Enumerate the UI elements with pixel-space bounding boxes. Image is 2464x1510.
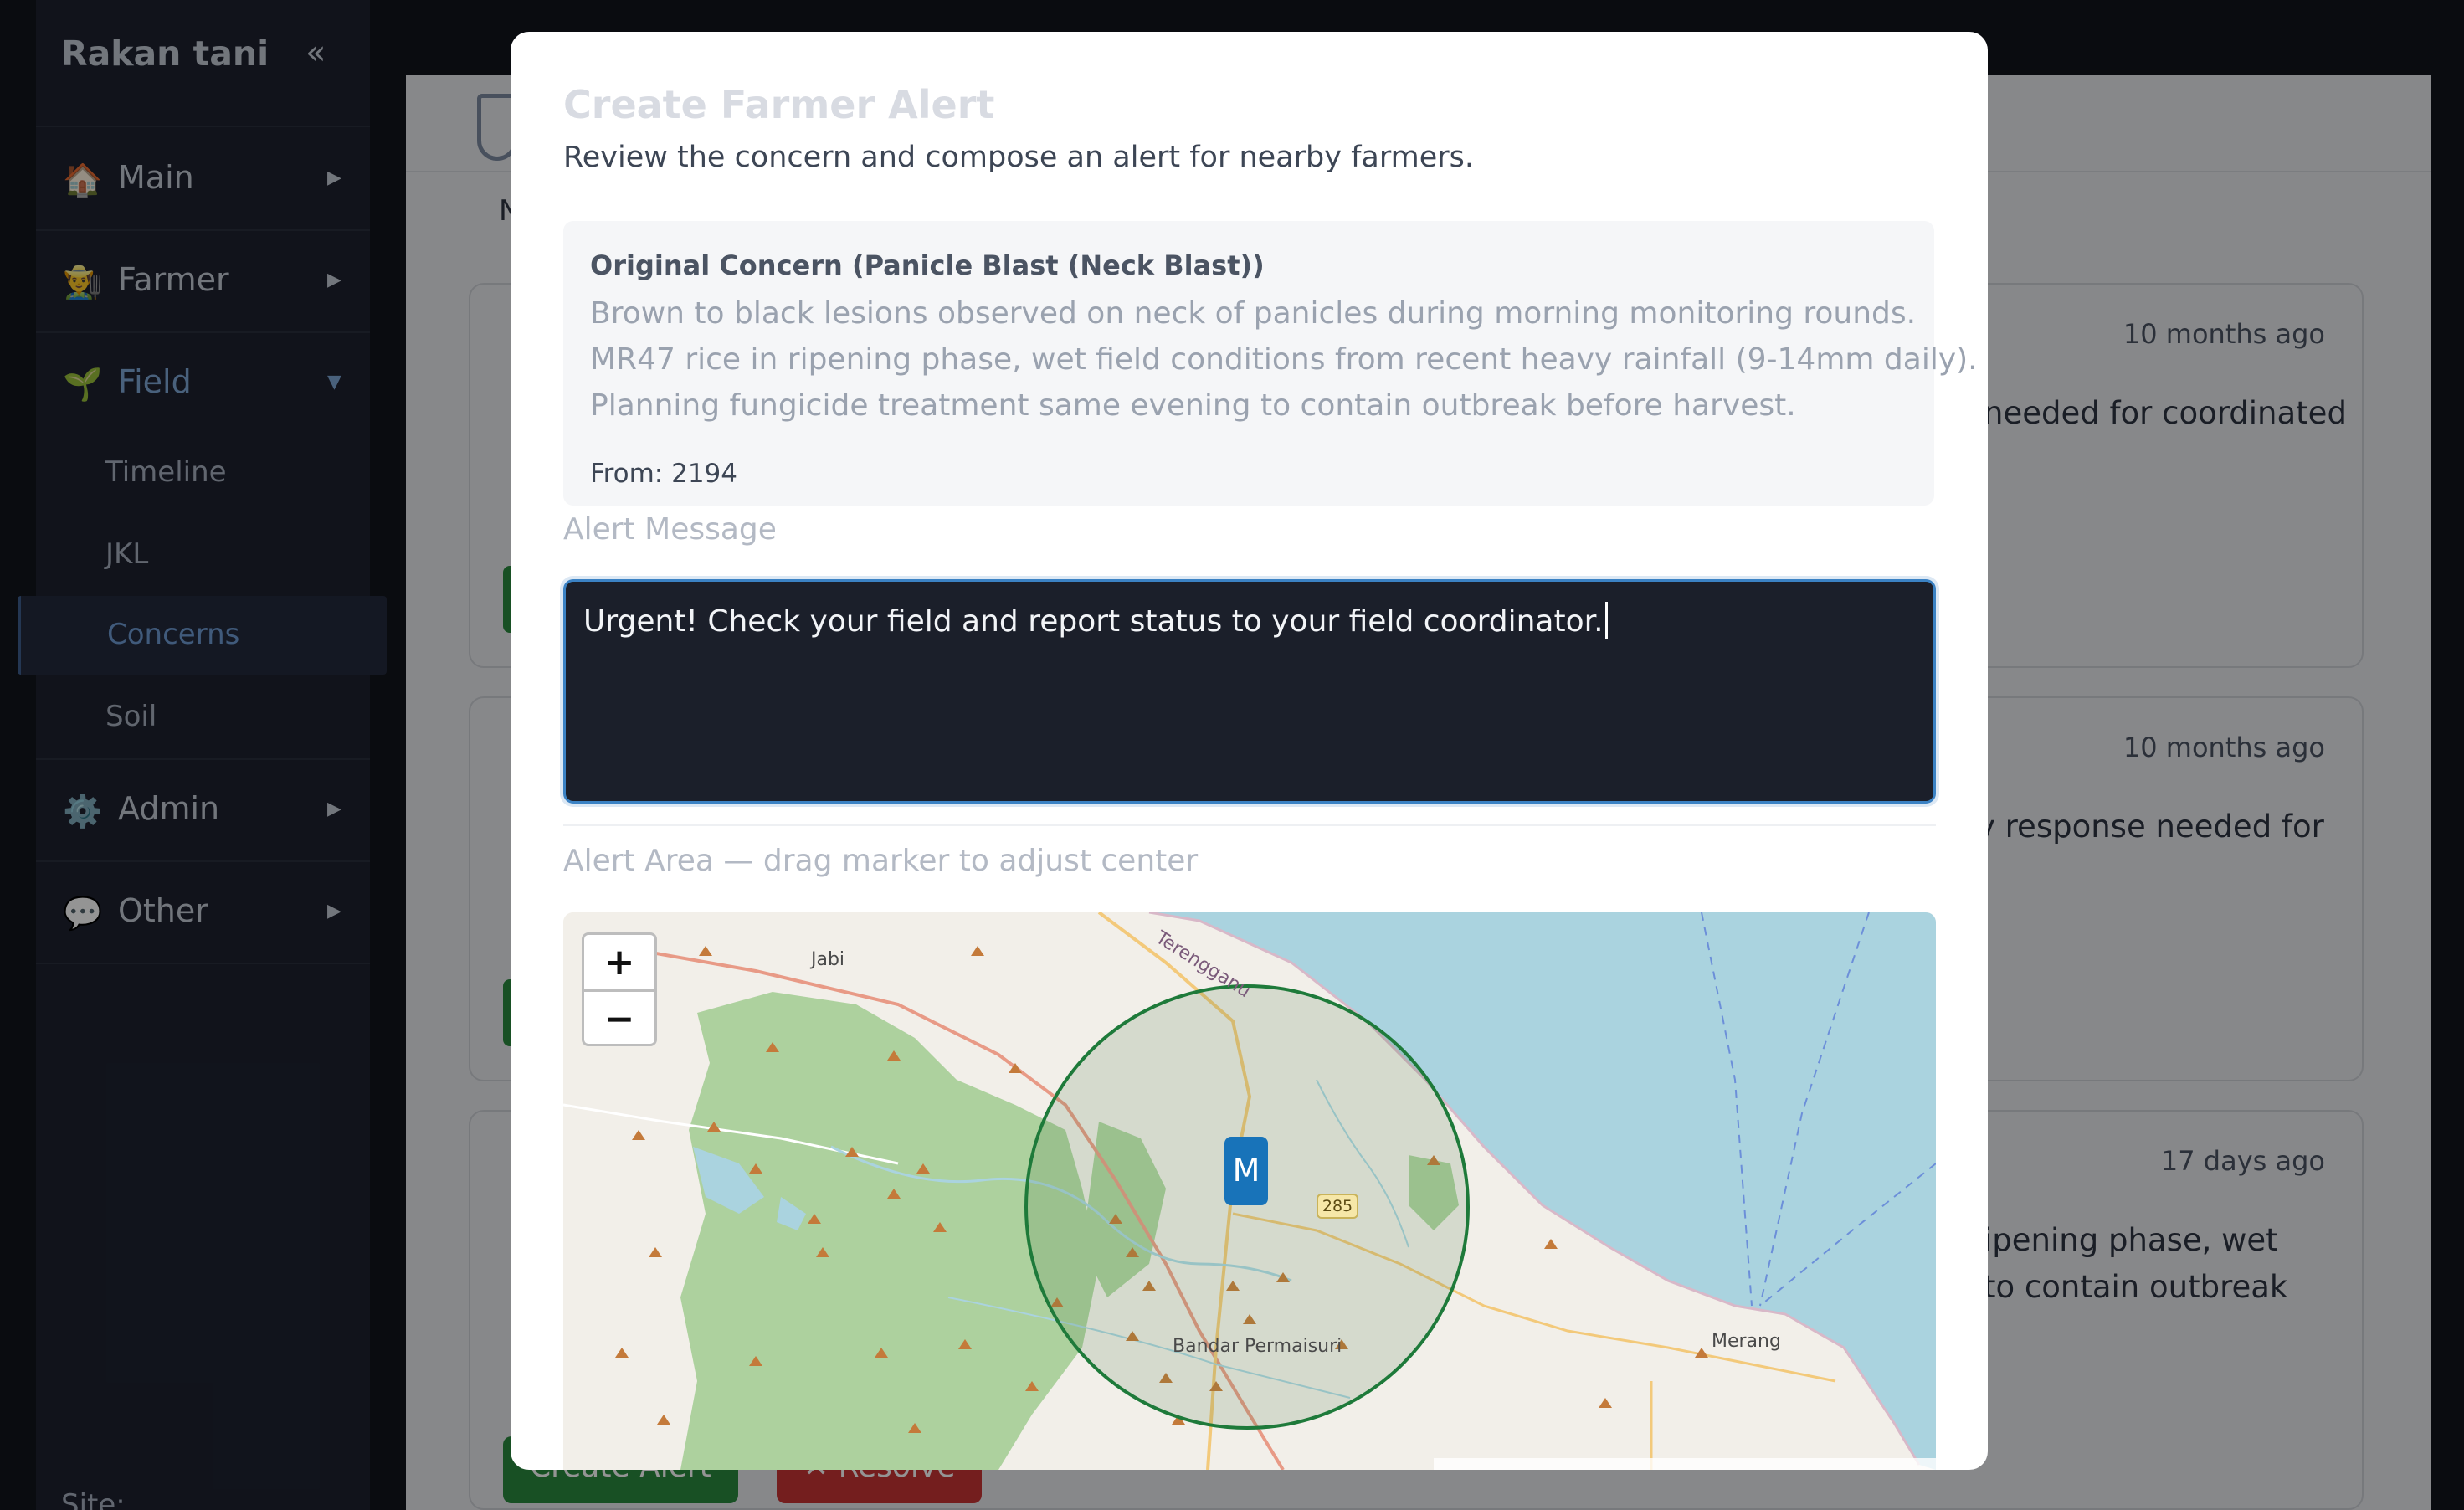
- alert-area-label: Alert Area — drag marker to adjust cente…: [563, 844, 1199, 878]
- map-place-label: Jabi: [811, 949, 845, 970]
- alert-center-marker[interactable]: M: [1224, 1137, 1268, 1205]
- map-zoom-control: + −: [582, 932, 657, 1046]
- map-place-label: Merang: [1712, 1331, 1781, 1352]
- alert-message-label: Alert Message: [563, 512, 777, 547]
- concern-heading: Original Concern (Panicle Blast (Neck Bl…: [590, 249, 1265, 281]
- modal-subtitle: Review the concern and compose an alert …: [563, 141, 1474, 174]
- concern-body-line: Planning fungicide treatment same evenin…: [590, 388, 1796, 423]
- road-number-badge: 285: [1317, 1194, 1358, 1219]
- alert-area-map[interactable]: Jabi Terengganu Bandar Permaisuri Merang…: [563, 912, 1936, 1470]
- map-attribution: [1434, 1458, 1936, 1470]
- map-place-label: Bandar Permaisuri: [1173, 1336, 1342, 1357]
- zoom-in-button[interactable]: +: [584, 935, 654, 989]
- modal-title: Create Farmer Alert: [563, 82, 995, 127]
- concern-from: From: 2194: [590, 459, 737, 489]
- text-caret: [1604, 602, 1608, 639]
- zoom-out-button[interactable]: −: [584, 992, 654, 1046]
- create-alert-modal: Create Farmer Alert Review the concern a…: [511, 32, 1988, 1470]
- alert-message-textarea[interactable]: Urgent! Check your field and report stat…: [563, 579, 1936, 804]
- section-divider: [563, 824, 1936, 826]
- concern-body-line: Brown to black lesions observed on neck …: [590, 296, 1917, 331]
- original-concern-box: Original Concern (Panicle Blast (Neck Bl…: [563, 221, 1978, 506]
- concern-body-line: MR47 rice in ripening phase, wet field c…: [590, 342, 1978, 377]
- alert-message-value: Urgent! Check your field and report stat…: [583, 604, 1604, 639]
